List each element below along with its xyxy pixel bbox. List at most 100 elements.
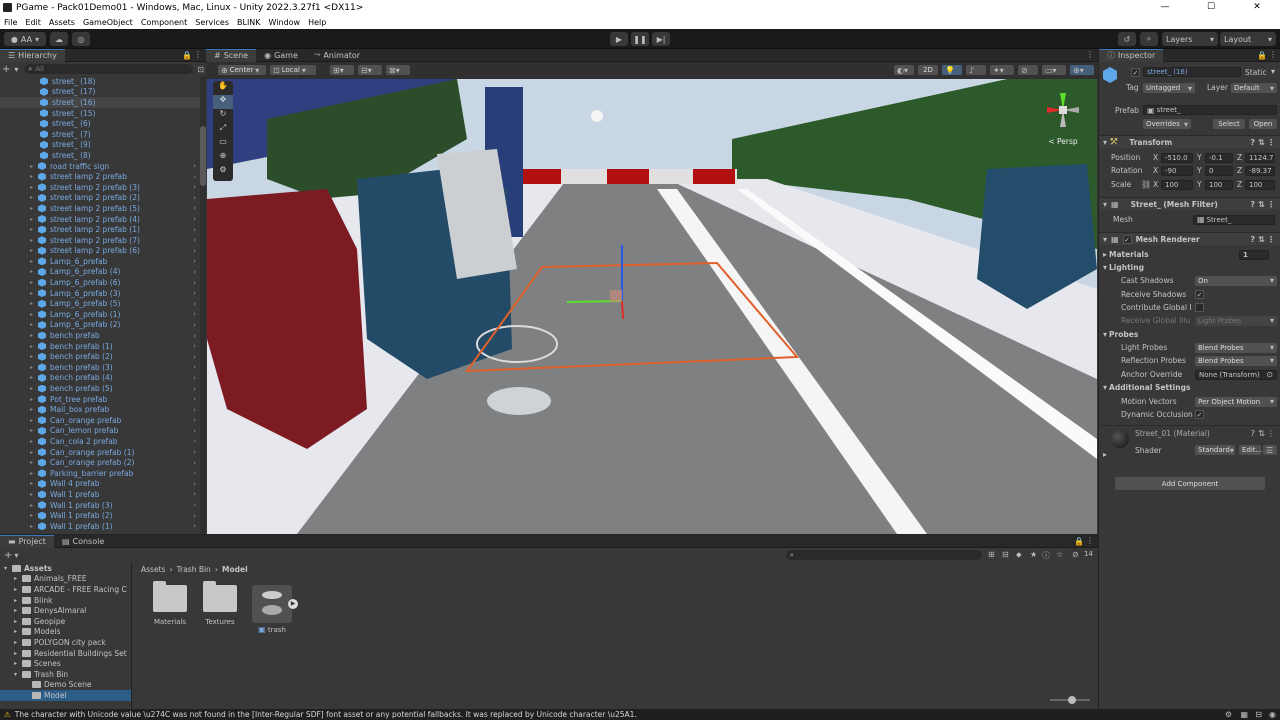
expand-arrow-icon[interactable]: ▸ [14, 607, 22, 614]
open-prefab-icon[interactable]: › [193, 490, 196, 498]
expand-arrow-icon[interactable]: ▸ [30, 396, 38, 403]
open-prefab-icon[interactable]: › [193, 257, 196, 265]
move-tool-icon[interactable]: ✥ [213, 95, 233, 109]
hierarchy-item[interactable]: ▸ Lamp_6_prefab (2) › [0, 320, 200, 331]
additional-settings-section[interactable]: ▾ Additional Settings [1099, 381, 1280, 394]
project-folder-item[interactable]: ▸ Models [0, 627, 131, 638]
open-prefab-icon[interactable]: › [193, 406, 196, 414]
cast-shadows-dropdown[interactable]: On ▾ [1195, 275, 1277, 286]
help-icon[interactable]: ? [1250, 138, 1255, 147]
camera-dropdown[interactable]: ▭▾ [1042, 65, 1066, 75]
lighting-section[interactable]: ▾ Lighting [1099, 261, 1280, 274]
expand-arrow-icon[interactable]: ▸ [14, 650, 22, 657]
layers-dropdown[interactable]: Layers ▾ [1162, 32, 1218, 46]
rotation-z-field[interactable]: -89.37 [1245, 165, 1275, 176]
tab-scene[interactable]: # Scene [206, 48, 257, 62]
help-icon[interactable]: ? [1251, 429, 1255, 438]
expand-arrow-icon[interactable]: ▸ [14, 660, 22, 667]
hierarchy-item[interactable]: street_ (7) [0, 129, 200, 140]
mesh-filter-header[interactable]: ▾ ▦ Street_ (Mesh Filter) ? ⇅ ⋮ [1099, 197, 1280, 210]
more-icon[interactable]: ⋮ [1267, 429, 1275, 438]
project-search-input[interactable]: ⌕ [786, 550, 982, 560]
dynamic-occlusion-checkbox[interactable]: ✓ [1195, 410, 1204, 419]
expand-arrow-icon[interactable]: ▸ [30, 216, 38, 223]
hierarchy-item[interactable]: street_ (18) [0, 76, 200, 87]
project-folder-item[interactable]: ▾ Trash Bin [0, 669, 131, 680]
expand-arrow-icon[interactable]: ▸ [30, 258, 38, 265]
open-prefab-icon[interactable]: › [193, 437, 196, 445]
menu-edit[interactable]: Edit [25, 18, 41, 27]
lighting-toggle[interactable]: 💡 [942, 65, 962, 75]
asset-materials-folder[interactable]: Materials [148, 581, 192, 626]
rotation-x-field[interactable]: -90 [1161, 165, 1193, 176]
shader-menu-button[interactable]: ☰ [1263, 445, 1277, 455]
tab-game[interactable]: ◉ Game [256, 49, 306, 62]
project-folder-item[interactable]: ▸ Scenes [0, 658, 131, 669]
scene-viewport[interactable]: ✋ ✥ ↻ ⤢ ▭ ⊕ ⚙ < Persp [207, 79, 1097, 534]
hierarchy-item[interactable]: ▸ Lamp_6_prefab (1) › [0, 309, 200, 320]
open-prefab-icon[interactable]: › [193, 289, 196, 297]
open-prefab-icon[interactable]: › [193, 279, 196, 287]
tab-hierarchy[interactable]: ☰ Hierarchy [0, 48, 65, 62]
more-icon[interactable]: ⋮ [194, 50, 202, 59]
tab-animator[interactable]: ⤳ Animator [306, 49, 368, 62]
breadcrumb-model[interactable]: Model [222, 565, 248, 574]
zoom-slider-thumb[interactable] [1068, 696, 1076, 704]
open-prefab-icon[interactable]: › [193, 183, 196, 191]
tab-inspector[interactable]: ⓘ Inspector [1099, 48, 1164, 62]
menu-window[interactable]: Window [269, 18, 301, 27]
zoom-slider[interactable] [1050, 696, 1090, 704]
open-prefab-icon[interactable]: › [193, 374, 196, 382]
open-prefab-icon[interactable]: › [193, 416, 196, 424]
asset-textures-folder[interactable]: Textures [198, 581, 242, 626]
save-search-icon[interactable]: ⬥ [1016, 550, 1022, 560]
collab-button[interactable]: ◎ [72, 32, 90, 46]
menu-file[interactable]: File [4, 18, 17, 27]
favorite-icon[interactable]: ★ [1030, 550, 1037, 559]
add-component-button[interactable]: Add Component [1115, 477, 1265, 490]
maximize-button[interactable]: ☐ [1188, 0, 1234, 15]
shader-dropdown[interactable]: Standard ▾ [1195, 445, 1235, 455]
hierarchy-search-input[interactable]: ⌕ All [24, 64, 194, 74]
open-prefab-icon[interactable]: › [193, 448, 196, 456]
hierarchy-item[interactable]: ▸ Wall 1 prefab (2) › [0, 510, 200, 521]
active-checkbox[interactable]: ✓ [1131, 68, 1140, 77]
hidden-packages-icon[interactable]: ⊘ [1072, 550, 1079, 559]
more-icon[interactable]: ⋮ [1269, 50, 1277, 59]
hierarchy-item[interactable]: street_ (15) [0, 108, 200, 119]
rotate-tool-icon[interactable]: ↻ [213, 109, 233, 123]
hierarchy-item[interactable]: ▸ bench prefab (1) › [0, 341, 200, 352]
anchor-override-field[interactable]: None (Transform) ⊙ [1195, 369, 1277, 380]
project-folder-item[interactable]: Model [0, 690, 131, 701]
hierarchy-item[interactable]: ▸ Can_orange prefab (1) › [0, 447, 200, 458]
menu-assets[interactable]: Assets [49, 18, 75, 27]
open-prefab-icon[interactable]: › [193, 215, 196, 223]
tab-console[interactable]: ▤ Console [54, 535, 112, 548]
expand-arrow-icon[interactable]: ▸ [30, 311, 38, 318]
expand-arrow-icon[interactable]: ▸ [30, 194, 38, 201]
tab-project[interactable]: ▬ Project [0, 534, 54, 548]
project-folder-item[interactable]: ▸ POLYGON city pack [0, 637, 131, 648]
hierarchy-item[interactable]: ▸ Can_orange prefab › [0, 415, 200, 426]
scene-orientation-gizmo[interactable]: < Persp [1043, 85, 1083, 146]
expand-arrow-icon[interactable]: ▸ [30, 343, 38, 350]
open-prefab-icon[interactable]: › [193, 395, 196, 403]
hierarchy-item[interactable]: ▸ road traffic sign › [0, 161, 200, 172]
light-probes-dropdown[interactable]: Blend Probes ▾ [1195, 342, 1277, 353]
preset-icon[interactable]: ⇅ [1258, 429, 1265, 438]
overrides-dropdown[interactable]: Overrides ▾ [1143, 119, 1191, 129]
hierarchy-item[interactable]: ▸ street lamp 2 prefab (7) › [0, 235, 200, 246]
play-button[interactable]: ▶ [610, 32, 628, 46]
chevron-down-icon[interactable]: ▾ [14, 551, 18, 560]
hierarchy-item[interactable]: ▸ Can_lemon prefab › [0, 426, 200, 437]
project-folder-item[interactable]: ▸ Geopipe [0, 616, 131, 627]
hierarchy-item[interactable]: ▸ bench prefab (4) › [0, 373, 200, 384]
scale-x-field[interactable]: 100 [1161, 179, 1193, 190]
hierarchy-item[interactable]: street_ (17) [0, 87, 200, 98]
pause-button[interactable]: ❚❚ [631, 32, 649, 46]
hierarchy-item[interactable]: ▸ bench prefab (3) › [0, 362, 200, 373]
static-dropdown[interactable]: ▾ [1271, 67, 1275, 76]
expand-arrow-icon[interactable]: ▸ [30, 427, 38, 434]
project-folder-item[interactable]: ▸ DenysAlmaral [0, 605, 131, 616]
expand-arrow-icon[interactable]: ▸ [30, 237, 38, 244]
